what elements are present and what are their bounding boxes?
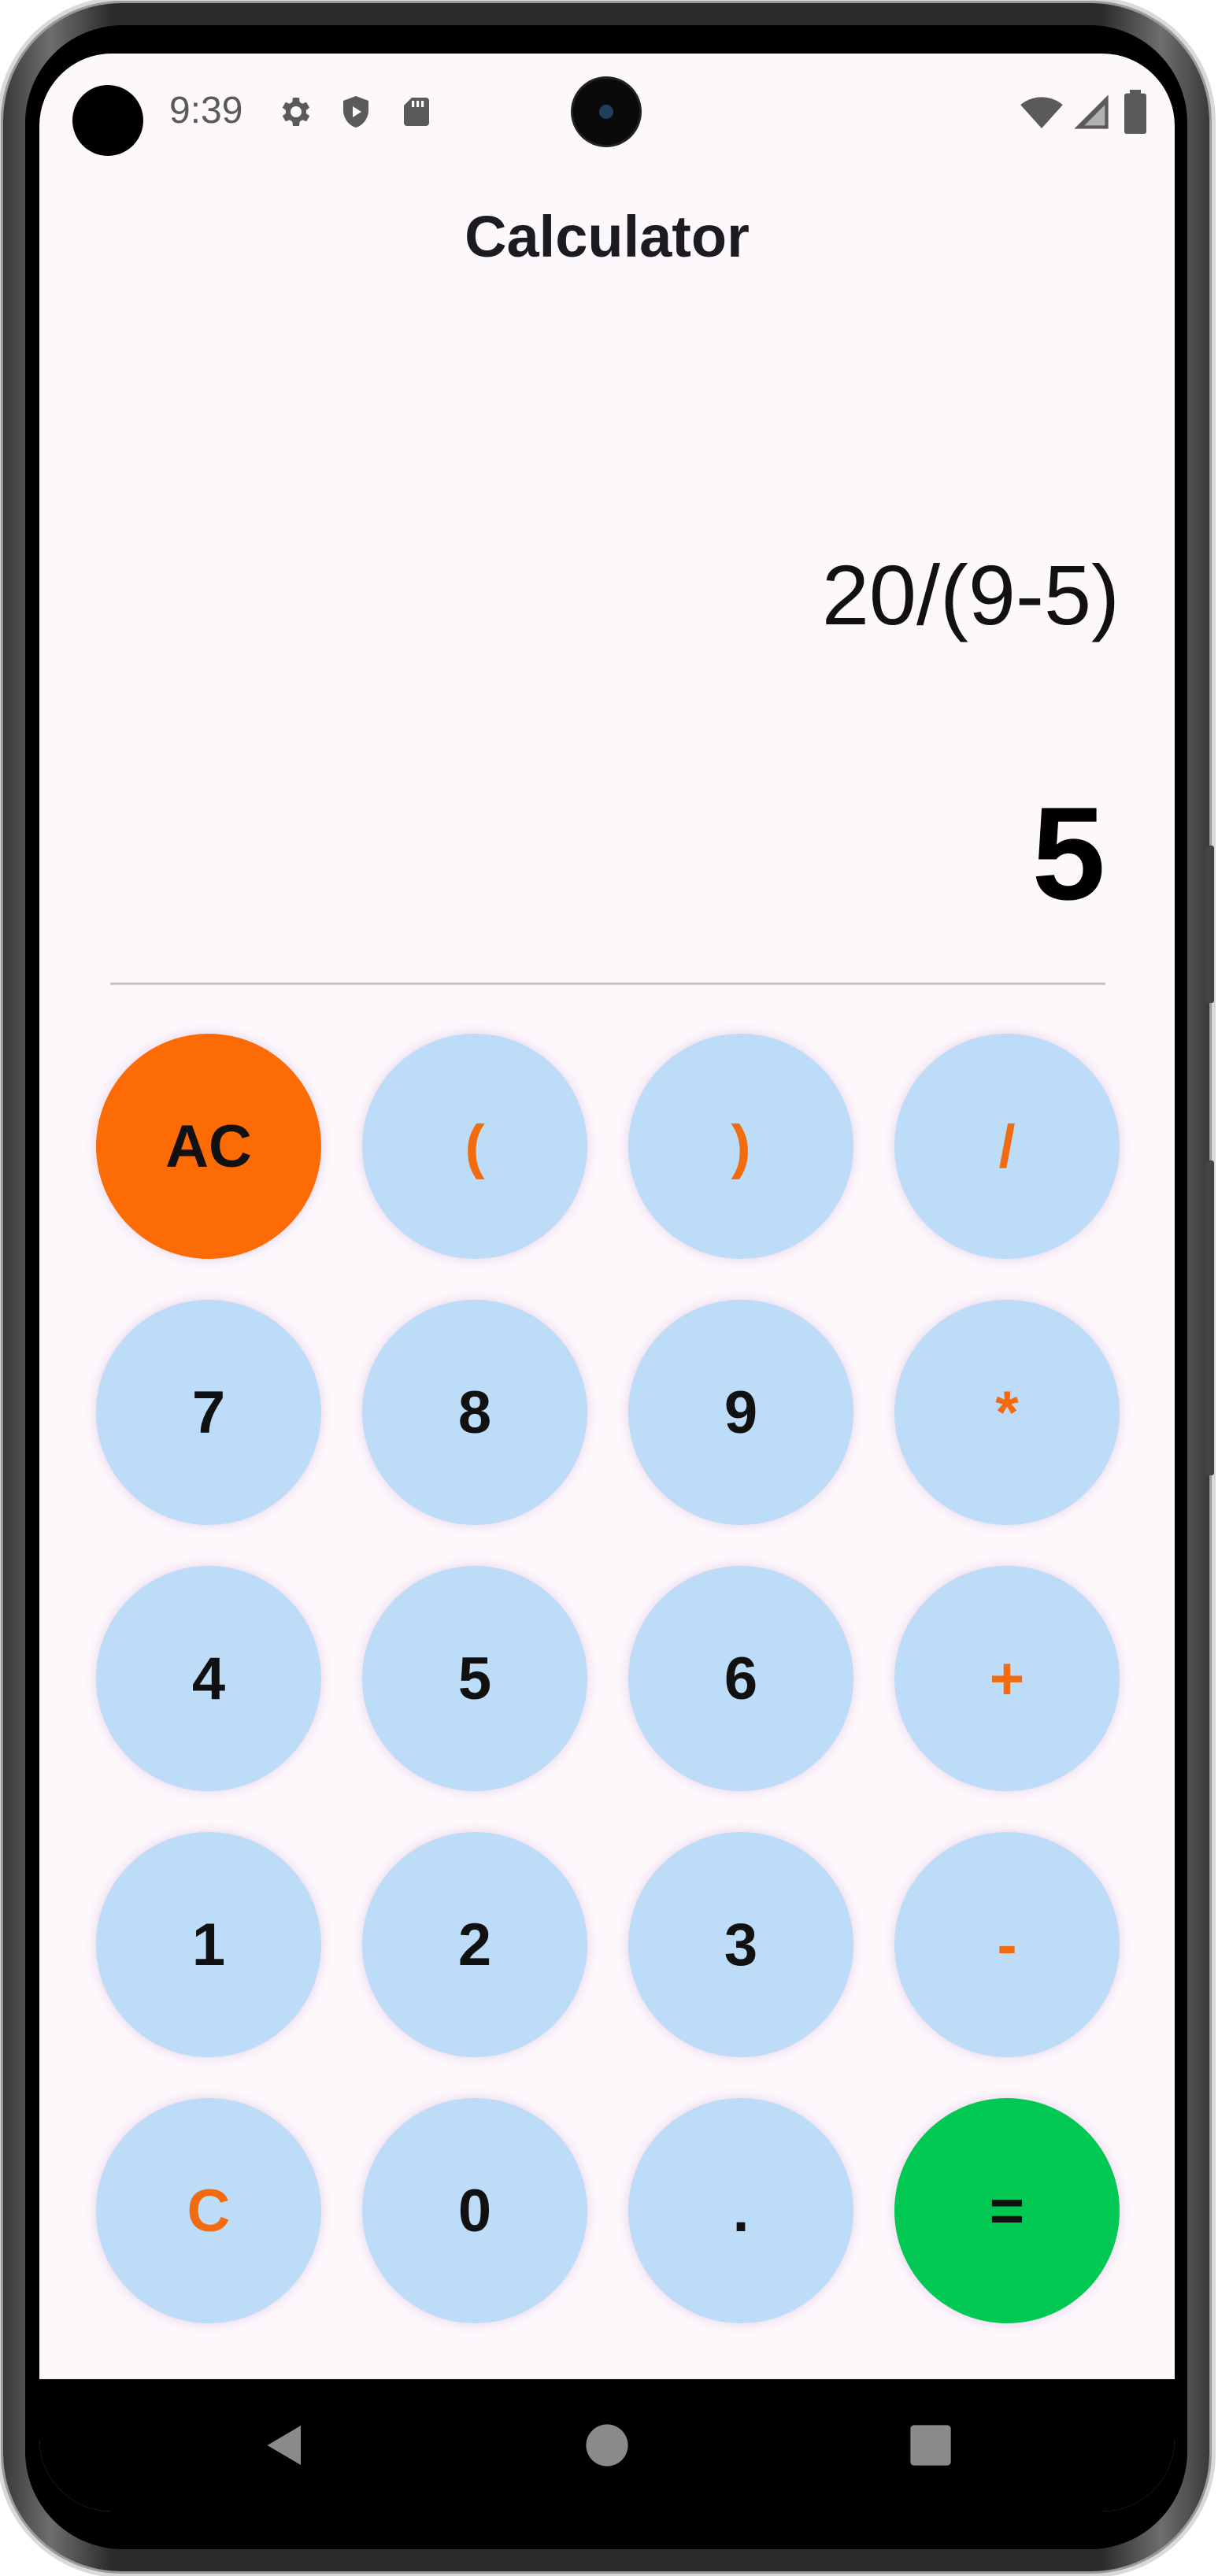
- camera-lens: [599, 105, 613, 119]
- phone-frame: 9:39 Calculator 20/(9-5) 5 AC () / 7 8 …: [3, 3, 1214, 2571]
- key-ac[interactable]: AC: [96, 1034, 321, 1259]
- status-time: 9:39: [169, 90, 243, 131]
- key-minus[interactable]: -: [894, 1832, 1120, 2057]
- key-clear[interactable]: C: [96, 2098, 321, 2323]
- key-divide[interactable]: /: [894, 1034, 1120, 1259]
- navigation-bar: [39, 2379, 1175, 2511]
- key-7[interactable]: 7: [96, 1300, 321, 1525]
- status-bar: 9:39: [39, 54, 1175, 172]
- key-0[interactable]: 0: [362, 2098, 587, 2323]
- key-4[interactable]: 4: [96, 1566, 321, 1791]
- signal-icon: [1074, 94, 1109, 129]
- screen: 9:39 Calculator 20/(9-5) 5 AC () / 7 8 …: [39, 54, 1175, 2511]
- recents-icon: [910, 2425, 951, 2466]
- nav-recents-button[interactable]: [898, 2412, 964, 2478]
- camera-cutout: [573, 79, 639, 145]
- key-8[interactable]: 8: [362, 1300, 587, 1525]
- key-2[interactable]: 2: [362, 1832, 587, 2057]
- battery-icon: [1124, 90, 1146, 134]
- key-6[interactable]: 6: [628, 1566, 853, 1791]
- result-display: 5: [1031, 779, 1105, 927]
- volume-button: [1206, 846, 1214, 1003]
- key-3[interactable]: 3: [628, 1832, 853, 2057]
- nav-home-button[interactable]: [574, 2412, 640, 2478]
- key-decimal[interactable]: .: [628, 2098, 853, 2323]
- key-close-paren[interactable]: ): [628, 1034, 853, 1259]
- key-5[interactable]: 5: [362, 1566, 587, 1791]
- front-sensor: [72, 85, 143, 156]
- key-1[interactable]: 1: [96, 1832, 321, 2057]
- back-icon: [267, 2426, 301, 2465]
- key-plus[interactable]: +: [894, 1566, 1120, 1791]
- home-icon: [586, 2424, 628, 2467]
- key-open-paren[interactable]: (: [362, 1034, 587, 1259]
- gear-icon: [282, 98, 310, 126]
- sd-card-icon: [404, 98, 429, 126]
- power-button: [1206, 1160, 1214, 1475]
- key-equals[interactable]: =: [894, 2098, 1120, 2323]
- expression-display: 20/(9-5): [821, 547, 1120, 642]
- key-multiply[interactable]: *: [894, 1300, 1120, 1525]
- app-title: Calculator: [465, 204, 750, 269]
- nav-back-button[interactable]: [252, 2412, 318, 2478]
- display-divider: [110, 983, 1105, 985]
- wifi-icon: [1020, 97, 1063, 128]
- shield-play-icon: [343, 96, 368, 128]
- key-9[interactable]: 9: [628, 1300, 853, 1525]
